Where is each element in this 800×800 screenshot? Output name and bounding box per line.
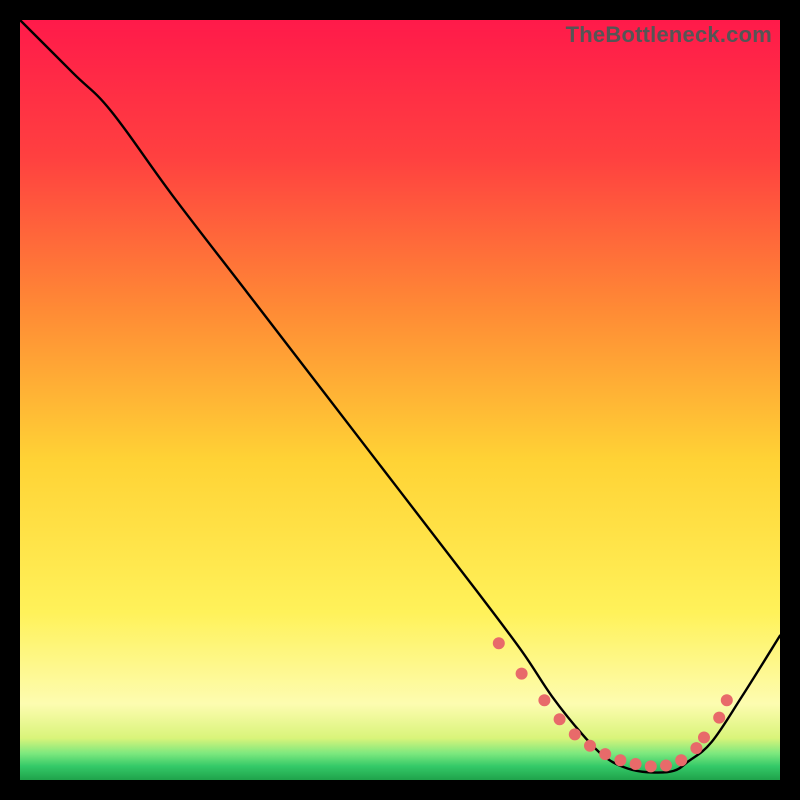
chart-frame: TheBottleneck.com	[20, 20, 780, 780]
data-point	[599, 748, 611, 760]
data-point	[721, 694, 733, 706]
data-point	[690, 742, 702, 754]
data-point	[698, 731, 710, 743]
data-point	[493, 637, 505, 649]
data-point	[516, 668, 528, 680]
watermark-text: TheBottleneck.com	[566, 22, 772, 48]
data-point	[554, 713, 566, 725]
data-point	[660, 760, 672, 772]
data-point	[713, 712, 725, 724]
data-point	[675, 754, 687, 766]
bottleneck-chart	[20, 20, 780, 780]
data-point	[538, 694, 550, 706]
data-point	[584, 740, 596, 752]
data-point	[569, 728, 581, 740]
data-point	[645, 760, 657, 772]
gradient-background	[20, 20, 780, 780]
data-point	[614, 754, 626, 766]
data-point	[630, 758, 642, 770]
